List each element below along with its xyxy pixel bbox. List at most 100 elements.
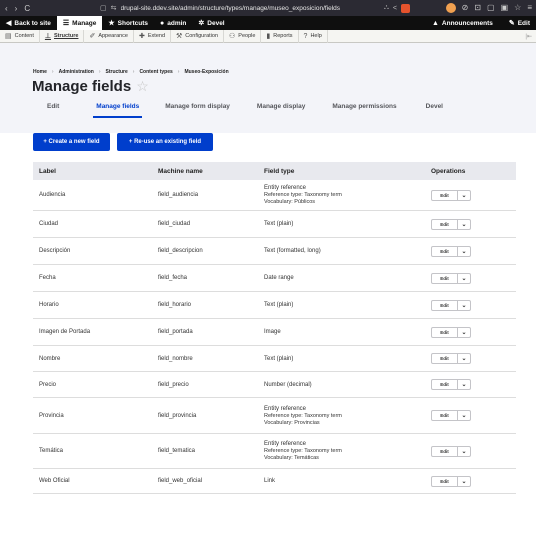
menu-help[interactable]: ? Help <box>299 29 328 43</box>
edit-field-button[interactable]: Edit <box>432 354 458 363</box>
operations-cell: Edit ⌄ <box>431 398 471 433</box>
shortcuts-label: Shortcuts <box>117 19 148 27</box>
menu-reports[interactable]: ▮ Reports <box>261 29 299 43</box>
tab-manage-permissions[interactable]: Manage permissions <box>332 103 396 118</box>
breadcrumb-museo[interactable]: Museo-Exposición <box>184 69 228 75</box>
operations-cell: Edit ⌄ <box>431 238 471 264</box>
edit-field-button[interactable]: Edit <box>432 190 458 200</box>
chevron-down-icon[interactable]: ⌄ <box>458 248 470 255</box>
back-to-site-link[interactable]: ◀ Back to site <box>0 16 57 30</box>
edit-field-button[interactable]: Edit <box>432 273 458 283</box>
translate-icon[interactable]: ⛬ <box>384 4 389 12</box>
create-field-button[interactable]: + Create a new field <box>33 133 110 151</box>
chevron-down-icon[interactable]: ⌄ <box>458 275 470 282</box>
site-info-icon[interactable]: ⇆ <box>111 4 117 12</box>
url-text[interactable]: drupal-site.ddev.site/admin/structure/ty… <box>121 5 381 12</box>
reuse-field-button[interactable]: + Re-use an existing field <box>117 133 213 151</box>
reference-type: Reference type: Taxonomy term <box>264 412 342 419</box>
menu-extend-label: Extend <box>147 33 165 39</box>
back-icon[interactable]: ‹ <box>5 4 8 13</box>
shortcuts-tab[interactable]: ★ Shortcuts <box>102 16 154 30</box>
tab-manage-fields[interactable]: Manage fields <box>93 103 143 118</box>
machine-name: field_audiencia <box>158 192 199 198</box>
chevron-down-icon[interactable]: ⌄ <box>458 302 470 309</box>
profile-avatar-icon[interactable] <box>445 3 456 13</box>
operations-dropbutton: Edit ⌄ <box>431 245 471 257</box>
menu-content[interactable]: ▤ Content <box>0 29 40 43</box>
chevron-down-icon[interactable]: ⌄ <box>458 329 470 336</box>
brave-shield-icon[interactable] <box>401 3 410 13</box>
chevron-down-icon[interactable]: ⌄ <box>458 412 470 419</box>
wrench-icon: ⚒ <box>176 33 183 40</box>
menu-configuration[interactable]: ⚒ Configuration <box>171 29 224 43</box>
chevron-down-icon[interactable]: ⌄ <box>458 381 470 388</box>
tab-manage-form-display[interactable]: Manage form display <box>165 103 230 118</box>
field-type: Text (plain) <box>264 221 294 227</box>
browser-icon-4[interactable]: ▣ <box>501 3 509 13</box>
collapse-menu-icon[interactable]: |⇤ <box>525 33 532 40</box>
table-body: Audiencia field_audiencia Entity reference… <box>33 180 516 494</box>
operations-dropbutton: Edit ⌄ <box>431 272 471 284</box>
bookmark-icon[interactable]: ☆ <box>514 3 521 13</box>
browser-icon-3[interactable]: ▢ <box>487 3 495 13</box>
chevron-down-icon[interactable]: ⌄ <box>458 355 470 362</box>
table-row: Nombre field_nombre Text (plain) Edit ⌄ <box>33 346 516 372</box>
edit-field-button[interactable]: Edit <box>432 446 458 456</box>
announcements-tab[interactable]: ▲ Announcements <box>422 16 503 30</box>
menu-icon[interactable]: ≡ <box>527 3 532 13</box>
browser-icon-1[interactable]: ⊘ <box>462 3 469 13</box>
back-circle-icon: ◀ <box>6 20 12 27</box>
operations-dropbutton: Edit ⌄ <box>431 218 471 230</box>
edit-field-button[interactable]: Edit <box>432 476 458 486</box>
address-bar[interactable]: ▢ ⇆ drupal-site.ddev.site/admin/structur… <box>100 2 410 14</box>
browser-chrome: ‹ › C ▢ ⇆ drupal-site.ddev.site/admin/st… <box>0 0 536 16</box>
operations-dropbutton: Edit ⌄ <box>431 475 471 487</box>
share-icon[interactable]: < <box>393 5 397 12</box>
breadcrumb-separator: › <box>132 69 135 75</box>
pencil-icon: ✎ <box>508 20 515 27</box>
edit-field-button[interactable]: Edit <box>432 327 458 337</box>
edit-field-button[interactable]: Edit <box>432 219 458 229</box>
menu-appearance[interactable]: ✐ Appearance <box>84 29 134 43</box>
breadcrumb-structure[interactable]: Structure <box>106 69 128 75</box>
tab-manage-display[interactable]: Manage display <box>257 103 305 118</box>
chevron-down-icon[interactable]: ⌄ <box>458 221 470 228</box>
menu-structure[interactable]: ⊥ Structure <box>40 29 85 43</box>
tab-devel[interactable]: Devel <box>426 103 443 118</box>
tab-edit[interactable]: Edit <box>47 103 59 118</box>
edit-field-button[interactable]: Edit <box>432 380 458 389</box>
menu-people[interactable]: ⚇ People <box>224 29 262 43</box>
structure-icon: ⊥ <box>44 33 51 40</box>
breadcrumb-administration[interactable]: Administration <box>59 69 94 75</box>
breadcrumb-content-types[interactable]: Content types <box>139 69 172 75</box>
field-label: Imagen de Portada <box>39 329 91 335</box>
breadcrumb-home[interactable]: Home <box>33 69 47 75</box>
user-icon: ● <box>160 19 165 27</box>
favorite-star-icon[interactable]: ☆ <box>136 78 149 95</box>
manage-tab[interactable]: ☰ Manage <box>56 16 103 30</box>
chevron-down-icon[interactable]: ⌄ <box>458 478 470 485</box>
star-icon: ★ <box>108 20 115 27</box>
devel-tab[interactable]: ✲ Devel <box>192 16 230 30</box>
machine-name: field_ciudad <box>158 221 191 227</box>
edit-toggle[interactable]: ✎ Edit <box>503 16 536 30</box>
operations-dropbutton: Edit ⌄ <box>431 189 471 201</box>
menu-extend[interactable]: ✚ Extend <box>134 29 171 43</box>
browser-icon-2[interactable]: ⊡ <box>474 3 481 13</box>
user-tab[interactable]: ● admin <box>154 16 192 30</box>
operations-dropbutton: Edit ⌄ <box>431 410 471 421</box>
table-row: Web Oficial field_web_oficial Link Edit ⌄ <box>33 469 516 494</box>
megaphone-icon: ▲ <box>431 19 439 27</box>
reload-icon[interactable]: C <box>24 4 30 13</box>
browser-extensions: ⊘ ⊡ ▢ ▣ ☆ ≡ <box>445 3 532 13</box>
operations-cell: Edit ⌄ <box>431 469 471 493</box>
edit-field-button[interactable]: Edit <box>432 411 458 420</box>
chevron-down-icon[interactable]: ⌄ <box>458 448 470 455</box>
chevron-down-icon[interactable]: ⌄ <box>458 192 470 199</box>
forward-icon[interactable]: › <box>15 4 18 13</box>
menu-content-label: Content <box>14 33 34 39</box>
field-type: Text (plain) <box>264 355 294 362</box>
edit-field-button[interactable]: Edit <box>432 300 458 310</box>
edit-field-button[interactable]: Edit <box>432 246 458 256</box>
